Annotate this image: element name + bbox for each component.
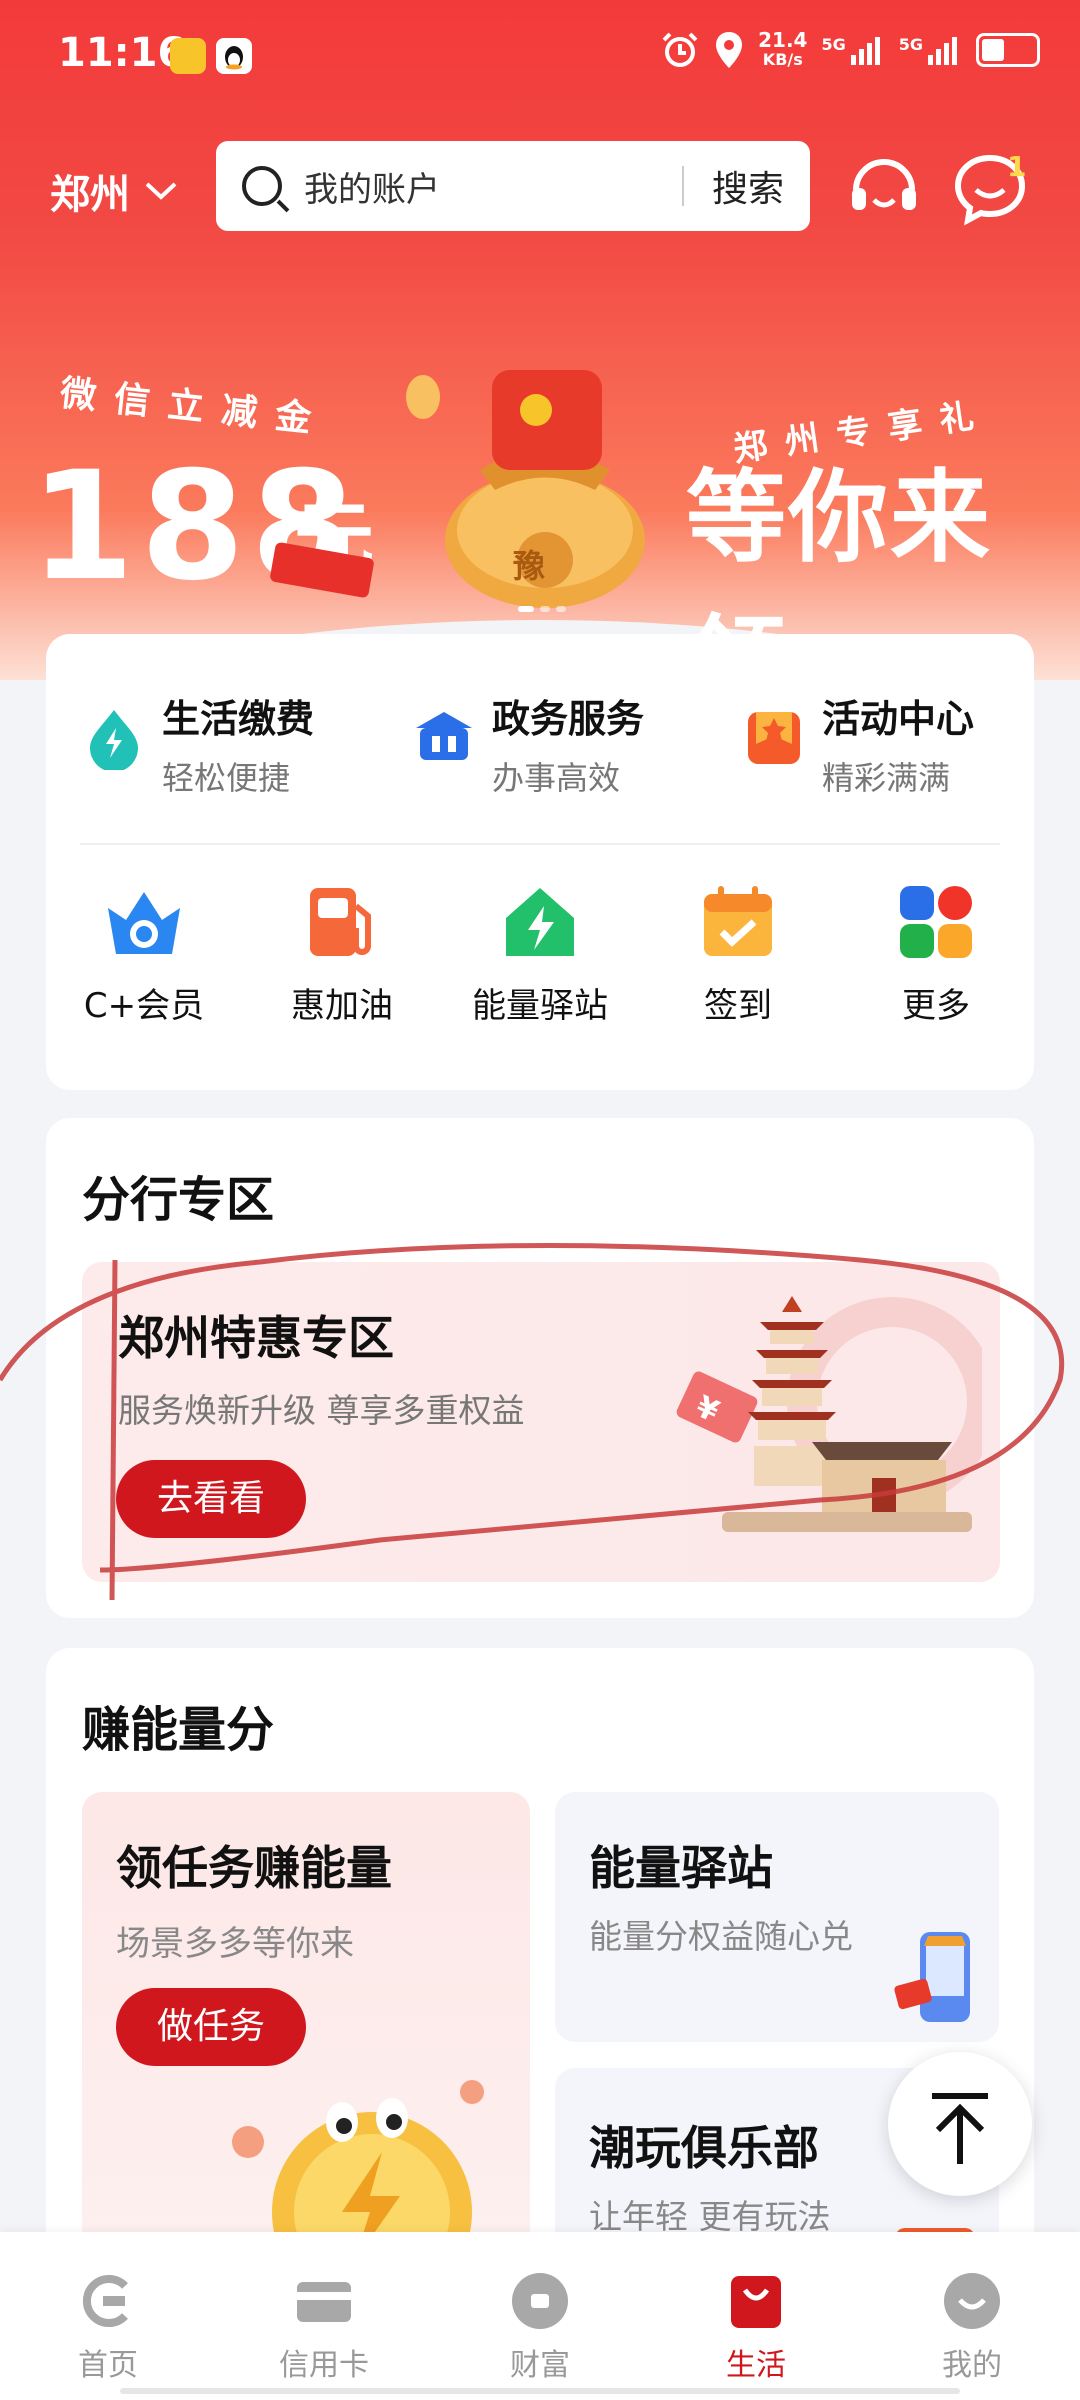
quick-item-label: 能量驿站 xyxy=(472,986,608,1026)
service-government[interactable]: 政务服务 办事高效 xyxy=(412,688,644,799)
status-bar: 11:16 21.4 KB/s 5G 5G xyxy=(0,0,1080,110)
earn-task-title: 领任务赚能量 xyxy=(116,1841,392,1895)
gold-coin-icon xyxy=(406,375,440,419)
tab-life[interactable]: 生活 xyxy=(686,2270,826,2384)
tab-label: 财富 xyxy=(510,2348,570,2383)
lightning-droplet-icon xyxy=(90,710,138,770)
qq-penguin-icon xyxy=(216,38,252,74)
sim1-label: 5G xyxy=(821,35,846,54)
quick-item-more[interactable]: 更多 xyxy=(846,880,1026,1027)
tab-mine[interactable]: 我的 xyxy=(902,2270,1042,2384)
location-pin-icon xyxy=(716,32,743,68)
quick-item-label: 签到 xyxy=(704,986,772,1026)
arrow-up-to-top-icon xyxy=(932,2093,988,2164)
message-badge: 1 xyxy=(1007,150,1027,183)
service-subtitle: 办事高效 xyxy=(492,759,621,797)
tab-label: 生活 xyxy=(726,2348,786,2383)
notification-app-icon xyxy=(170,38,206,74)
signal-sim2: 5G xyxy=(899,35,962,65)
quick-item-fuel[interactable]: 惠加油 xyxy=(252,880,432,1027)
shopping-bag-icon xyxy=(731,2276,781,2328)
home-logo-icon xyxy=(82,2275,128,2327)
smiley-face-icon xyxy=(944,2273,1000,2329)
tab-label: 我的 xyxy=(942,2348,1002,2383)
network-speed-value: 21.4 xyxy=(758,28,808,52)
service-title: 政务服务 xyxy=(492,697,645,741)
station-subtitle: 能量分权益随心兑 xyxy=(589,1917,853,1956)
service-title: 活动中心 xyxy=(822,697,975,741)
gesture-home-bar xyxy=(120,2388,960,2394)
do-task-button[interactable]: 做任务 xyxy=(116,1988,306,2066)
quick-item-cplus-member[interactable]: C+会员 xyxy=(54,880,234,1027)
services-divider xyxy=(80,843,1000,845)
red-envelope-icon xyxy=(270,542,374,598)
quick-item-label: 更多 xyxy=(902,986,970,1026)
government-building-icon xyxy=(416,712,472,760)
earn-task-subtitle: 场景多多等你来 xyxy=(116,1924,354,1964)
club-title: 潮玩俱乐部 xyxy=(589,2121,819,2175)
service-title: 生活缴费 xyxy=(162,697,315,741)
search-bar[interactable]: 我的账户 搜索 xyxy=(216,141,810,231)
energy-station-card[interactable]: 能量驿站 能量分权益随心兑 xyxy=(555,1792,999,2042)
promo-go-button[interactable]: 去看看 xyxy=(116,1460,306,1538)
signal-sim1: 5G xyxy=(821,35,884,65)
back-to-top-button[interactable] xyxy=(888,2052,1032,2196)
promo-title: 郑州特惠专区 xyxy=(118,1311,394,1365)
alarm-clock-icon xyxy=(662,32,698,67)
status-time: 11:16 xyxy=(58,30,186,76)
earn-task-card[interactable]: 领任务赚能量 场景多多等你来 做任务 xyxy=(82,1792,530,2252)
quick-item-energy-station[interactable]: 能量驿站 xyxy=(450,880,630,1027)
banner-dot xyxy=(540,606,550,612)
banner-dot xyxy=(556,606,566,612)
battery-icon xyxy=(976,33,1040,67)
network-speed: 21.4 KB/s xyxy=(758,30,807,70)
earn-section-title: 赚能量分 xyxy=(82,1702,275,1758)
signal-bars-icon xyxy=(928,37,957,65)
quick-item-label: C+会员 xyxy=(83,986,205,1026)
energy-coin-mascot-icon xyxy=(232,2080,484,2252)
energy-house-icon xyxy=(506,888,574,956)
station-title: 能量驿站 xyxy=(589,1841,773,1895)
service-subtitle: 轻松便捷 xyxy=(162,759,291,797)
tab-label: 首页 xyxy=(78,2348,138,2383)
grid-more-icon xyxy=(900,886,972,958)
tab-home[interactable]: 首页 xyxy=(38,2270,178,2384)
banner-dots xyxy=(518,606,566,612)
quick-item-checkin[interactable]: 签到 xyxy=(648,880,828,1027)
star-flag-icon xyxy=(748,712,800,764)
status-right: 21.4 KB/s 5G 5G xyxy=(660,30,1040,70)
phone-shop-icon xyxy=(894,1932,970,2022)
signal-bars-icon xyxy=(850,37,880,65)
wealth-coin-icon xyxy=(512,2273,568,2329)
crown-icon xyxy=(108,892,180,954)
banner-dot-active xyxy=(518,606,534,612)
network-speed-unit: KB/s xyxy=(762,50,803,69)
tab-wealth[interactable]: 财富 xyxy=(470,2270,610,2384)
service-activity-center[interactable]: 活动中心 精彩满满 xyxy=(742,688,974,799)
search-button[interactable]: 搜索 xyxy=(712,160,784,212)
sim2-label: 5G xyxy=(898,35,923,54)
fuel-pump-icon xyxy=(310,888,371,956)
quick-item-label: 惠加油 xyxy=(291,986,393,1026)
zhengzhou-promo-card[interactable]: 郑州特惠专区 服务焕新升级 尊享多重权益 去看看 ¥ xyxy=(82,1262,1000,1582)
city-selector[interactable]: 郑州 xyxy=(50,162,178,220)
club-subtitle: 让年轻 更有玩法 xyxy=(589,2197,831,2236)
bag-character: 豫 xyxy=(512,547,545,585)
promo-subtitle: 服务焕新升级 尊享多重权益 xyxy=(118,1391,525,1430)
service-subtitle: 精彩满满 xyxy=(822,759,951,797)
tab-credit-card[interactable]: 信用卡 xyxy=(254,2270,394,2384)
branch-section-title: 分行专区 xyxy=(82,1172,275,1228)
chevron-down-icon xyxy=(145,182,177,200)
city-label: 郑州 xyxy=(50,172,130,218)
search-input[interactable]: 我的账户 xyxy=(304,162,682,211)
search-icon xyxy=(242,166,282,206)
calendar-check-icon xyxy=(704,886,772,956)
service-life-payment[interactable]: 生活缴费 轻松便捷 xyxy=(82,688,314,799)
credit-card-icon xyxy=(297,2282,351,2322)
search-divider xyxy=(681,166,684,206)
tab-label: 信用卡 xyxy=(279,2348,369,2383)
bottom-tab-bar: 首页 信用卡 财富 生活 我的 xyxy=(0,2232,1080,2400)
customer-service-headset-icon[interactable] xyxy=(846,150,922,226)
